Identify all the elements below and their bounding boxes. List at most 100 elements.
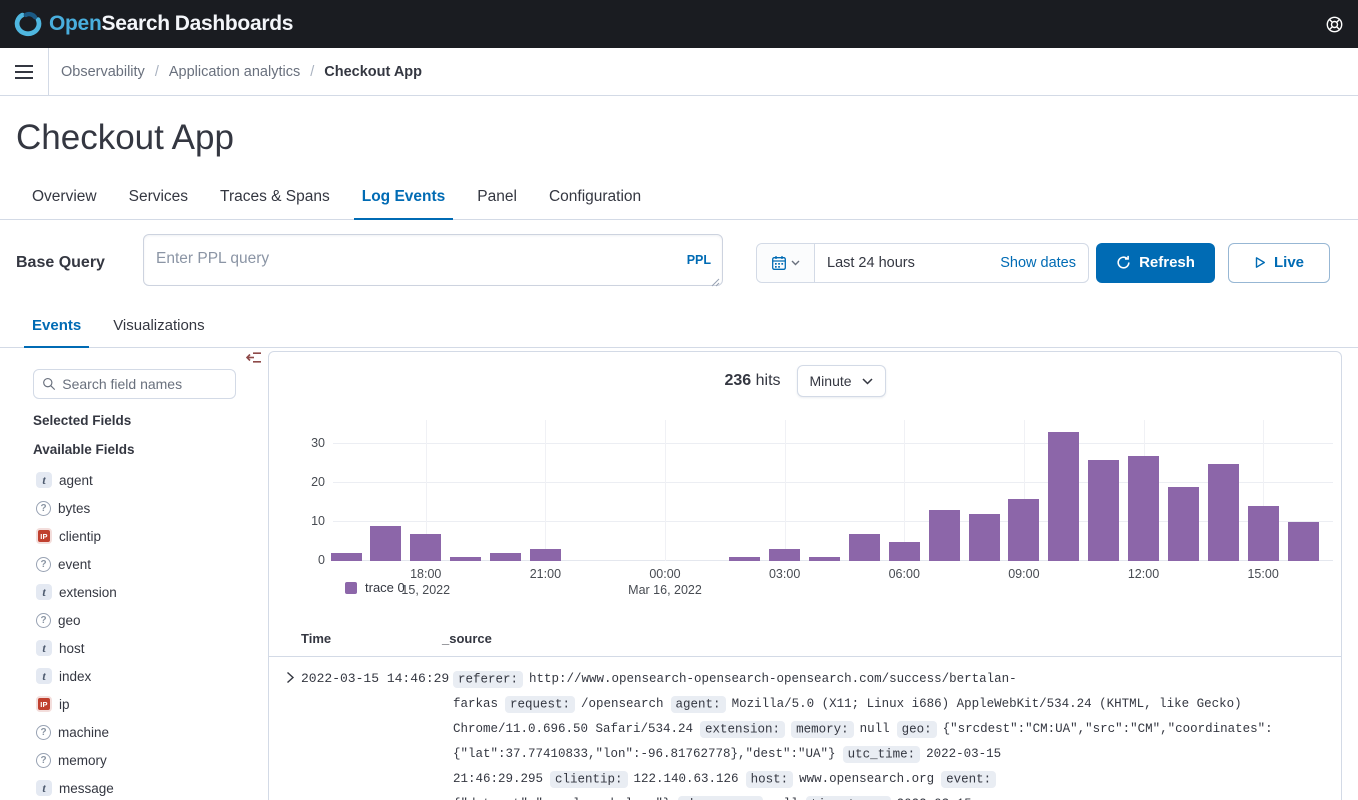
ppl-query-box: PPL bbox=[143, 234, 723, 291]
histogram-bar[interactable] bbox=[370, 526, 401, 561]
content-area: Selected Fields Available Fields tagent?… bbox=[0, 348, 1358, 800]
subtab-visualizations[interactable]: Visualizations bbox=[97, 305, 220, 347]
histogram-bar[interactable] bbox=[530, 549, 561, 561]
unknown-field-type-icon: ? bbox=[36, 501, 51, 516]
search-icon bbox=[42, 376, 56, 392]
histogram-bar[interactable] bbox=[1048, 432, 1079, 561]
text-field-type-icon: t bbox=[36, 640, 52, 656]
field-item-machine[interactable]: ?machine bbox=[33, 718, 268, 746]
histogram-bar[interactable] bbox=[1008, 499, 1039, 561]
source-field-badge: referer: bbox=[453, 671, 523, 688]
chevron-down-icon bbox=[862, 378, 873, 385]
field-name: message bbox=[59, 781, 114, 796]
base-query-label: Base Query bbox=[16, 254, 143, 272]
legend-swatch bbox=[345, 582, 357, 594]
field-item-host[interactable]: thost bbox=[33, 634, 268, 662]
histogram-bar[interactable] bbox=[331, 553, 362, 561]
date-range-value[interactable]: Last 24 hours bbox=[815, 255, 1000, 271]
resize-handle-icon[interactable] bbox=[711, 278, 720, 287]
source-field-badge: phpmemory: bbox=[678, 796, 763, 800]
histogram-bar[interactable] bbox=[1288, 522, 1319, 561]
field-item-extension[interactable]: textension bbox=[33, 578, 268, 606]
hamburger-menu-icon[interactable] bbox=[0, 48, 49, 95]
field-item-memory[interactable]: ? memory bbox=[33, 746, 268, 774]
histogram-bar[interactable] bbox=[729, 557, 760, 561]
query-bar: Base Query PPL Last 24 hours Show dates … bbox=[0, 220, 1358, 303]
breadcrumb-checkout-app: Checkout App bbox=[324, 64, 422, 80]
breadcrumb-separator: / bbox=[310, 64, 314, 80]
refresh-icon bbox=[1116, 255, 1131, 270]
histogram-bar[interactable] bbox=[889, 542, 920, 562]
selected-fields-heading: Selected Fields bbox=[33, 413, 268, 428]
histogram-bar[interactable] bbox=[849, 534, 880, 561]
histogram-bar[interactable] bbox=[410, 534, 441, 561]
tab-traces-spans[interactable]: Traces & Spans bbox=[204, 174, 346, 219]
source-field-badge: geo: bbox=[897, 721, 937, 738]
histogram-bar[interactable] bbox=[809, 557, 840, 561]
field-item-message[interactable]: tmessage bbox=[33, 774, 268, 800]
histogram-bar[interactable] bbox=[769, 549, 800, 561]
tab-configuration[interactable]: Configuration bbox=[533, 174, 657, 219]
date-quick-select-button[interactable] bbox=[757, 244, 815, 282]
text-field-type-icon: t bbox=[36, 584, 52, 600]
histogram-bar[interactable] bbox=[1248, 506, 1279, 561]
histogram-plot-area[interactable] bbox=[333, 420, 1333, 561]
unknown-field-type-icon: ? bbox=[36, 557, 51, 572]
source-field-badge: memory: bbox=[791, 721, 854, 738]
tab-log-events[interactable]: Log Events bbox=[346, 174, 462, 219]
chevron-down-icon bbox=[791, 260, 800, 266]
app-tab-bar: OverviewServicesTraces & SpansLog Events… bbox=[0, 174, 1358, 220]
x-axis-tick: 09:00 bbox=[1008, 567, 1039, 581]
opensearch-logo[interactable]: OpenSearchDashboards bbox=[14, 10, 293, 38]
histogram-bar[interactable] bbox=[969, 514, 1000, 561]
tab-services[interactable]: Services bbox=[113, 174, 204, 219]
field-item-geo[interactable]: ?geo bbox=[33, 606, 268, 634]
histogram-bar[interactable] bbox=[490, 553, 521, 561]
collapse-sidebar-icon[interactable] bbox=[246, 351, 262, 367]
histogram-bar[interactable] bbox=[1208, 464, 1239, 562]
histogram-bar[interactable] bbox=[1168, 487, 1199, 561]
unknown-field-type-icon: ? bbox=[36, 753, 51, 768]
field-name: agent bbox=[59, 473, 93, 488]
breadcrumb-bar: Observability / Application analytics / … bbox=[0, 48, 1358, 96]
show-dates-link[interactable]: Show dates bbox=[1000, 255, 1088, 271]
help-icon[interactable] bbox=[1325, 15, 1344, 34]
breadcrumb-application-analytics[interactable]: Application analytics bbox=[169, 64, 300, 80]
legend-label: trace 0 bbox=[365, 580, 405, 595]
y-axis-tick: 10 bbox=[275, 514, 325, 529]
interval-select[interactable]: Minute bbox=[797, 365, 886, 397]
source-field-value: null bbox=[860, 722, 890, 736]
ip-field-type-icon: IP bbox=[36, 696, 52, 712]
field-item-clientip[interactable]: IPclientip bbox=[33, 522, 268, 550]
tab-overview[interactable]: Overview bbox=[16, 174, 113, 219]
expand-row-icon[interactable] bbox=[279, 670, 301, 688]
ip-field-type-icon: IP bbox=[36, 528, 52, 544]
field-item-bytes[interactable]: ?bytes bbox=[33, 494, 268, 522]
y-axis-tick: 20 bbox=[275, 475, 325, 490]
histogram-bar[interactable] bbox=[450, 557, 481, 561]
subtab-events[interactable]: Events bbox=[16, 305, 97, 347]
tab-panel[interactable]: Panel bbox=[461, 174, 533, 219]
field-search-input[interactable] bbox=[62, 376, 227, 392]
field-item-agent[interactable]: tagent bbox=[33, 466, 268, 494]
field-name: memory bbox=[58, 753, 107, 768]
histogram-bar[interactable] bbox=[1128, 456, 1159, 561]
date-picker: Last 24 hours Show dates bbox=[756, 243, 1089, 283]
histogram-bar[interactable] bbox=[929, 510, 960, 561]
refresh-button[interactable]: Refresh bbox=[1096, 243, 1215, 283]
histogram-bar[interactable] bbox=[1088, 460, 1119, 561]
field-item-ip[interactable]: IPip bbox=[33, 690, 268, 718]
field-item-event[interactable]: ? event bbox=[33, 550, 268, 578]
source-field-badge: extension: bbox=[700, 721, 785, 738]
chart-legend[interactable]: trace 0 bbox=[345, 580, 405, 595]
live-button[interactable]: Live bbox=[1228, 243, 1330, 283]
text-field-type-icon: t bbox=[36, 668, 52, 684]
breadcrumb-observability[interactable]: Observability bbox=[61, 64, 145, 80]
breadcrumb: Observability / Application analytics / … bbox=[49, 48, 422, 95]
ppl-query-input[interactable] bbox=[143, 234, 723, 286]
doc-table: Time _source 2022-03-15 14:46:29referer:… bbox=[269, 622, 1341, 800]
field-name: event bbox=[58, 557, 91, 572]
field-item-index[interactable]: tindex bbox=[33, 662, 268, 690]
row-source: referer:http://www.opensearch-opensearch… bbox=[442, 667, 1325, 800]
available-fields-list: tagent?bytesIPclientip?eventtextension?g… bbox=[33, 466, 268, 800]
